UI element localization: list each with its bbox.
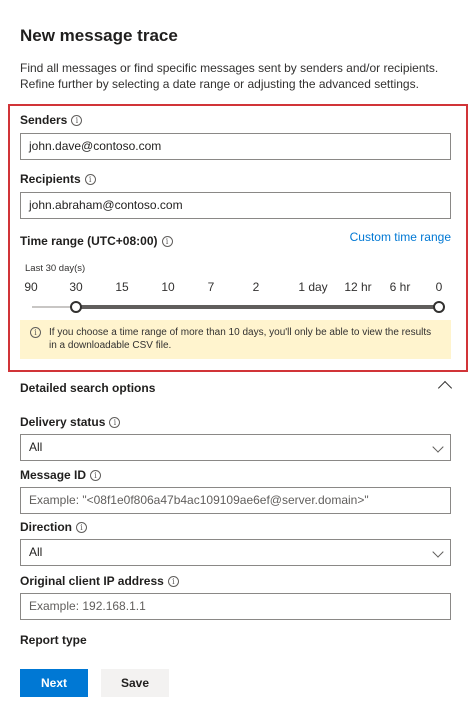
tick-label: 10 <box>161 280 175 294</box>
message-id-input[interactable]: Example: "<08f1e0f806a47b4ac109109ae6ef@… <box>20 487 451 514</box>
slider-start-handle[interactable] <box>70 301 82 313</box>
recipients-label: Recipients <box>20 172 81 186</box>
tick-label: 30 <box>69 280 83 294</box>
notice-text: If you choose a time range of more than … <box>49 327 432 351</box>
slider-tick-labels: 90 30 15 10 7 2 1 day 12 hr 6 hr 0 <box>20 280 451 296</box>
chevron-up-icon[interactable] <box>437 380 453 396</box>
slider-selected-text: Last 30 day(s) <box>25 263 86 274</box>
senders-label-row: Senders i <box>20 113 83 127</box>
tick-label: 2 <box>252 280 260 294</box>
info-icon[interactable]: i <box>90 469 102 481</box>
client-ip-label-row: Original client IP address i <box>20 574 179 588</box>
chevron-down-icon <box>432 441 444 453</box>
report-type-label: Report type <box>20 633 87 647</box>
info-icon[interactable]: i <box>84 173 96 185</box>
report-type-label-row: Report type <box>20 633 87 647</box>
tick-label: 7 <box>207 280 215 294</box>
slider-end-handle[interactable] <box>433 301 445 313</box>
tick-label: 6 hr <box>389 280 411 294</box>
info-icon[interactable]: i <box>109 416 121 428</box>
slider-selected-range <box>76 305 440 309</box>
delivery-status-label: Delivery status <box>20 415 106 429</box>
tick-label: 1 day <box>298 280 328 294</box>
client-ip-input[interactable]: Example: 192.168.1.1 <box>20 593 451 620</box>
time-range-label: Time range (UTC+08:00) <box>20 234 158 248</box>
senders-input[interactable]: john.dave@contoso.com <box>20 133 451 160</box>
recipients-input[interactable]: john.abraham@contoso.com <box>20 192 451 219</box>
message-id-label: Message ID <box>20 468 87 482</box>
info-icon[interactable]: i <box>167 575 179 587</box>
client-ip-label: Original client IP address <box>20 574 164 588</box>
info-icon[interactable]: i <box>161 235 173 247</box>
recipients-label-row: Recipients i <box>20 172 96 186</box>
next-button[interactable]: Next <box>20 669 88 697</box>
tick-label: 0 <box>435 280 443 294</box>
delivery-status-dropdown[interactable]: All <box>20 434 451 461</box>
info-icon: i <box>30 327 41 338</box>
tick-label: 90 <box>24 280 38 294</box>
message-id-label-row: Message ID i <box>20 468 102 482</box>
delivery-status-label-row: Delivery status i <box>20 415 121 429</box>
tick-label: 12 hr <box>344 280 372 294</box>
custom-time-range-link[interactable]: Custom time range <box>350 230 451 244</box>
save-button[interactable]: Save <box>101 669 169 697</box>
time-range-notice: i If you choose a time range of more tha… <box>20 320 451 359</box>
direction-label: Direction <box>20 520 73 534</box>
direction-value: All <box>29 545 43 559</box>
delivery-status-value: All <box>29 440 43 454</box>
info-icon[interactable]: i <box>76 521 88 533</box>
page-description: Find all messages or find specific messa… <box>20 61 439 91</box>
time-range-label-row: Time range (UTC+08:00) i <box>20 234 173 248</box>
info-icon[interactable]: i <box>71 114 83 126</box>
page-title: New message trace <box>20 26 178 45</box>
senders-label: Senders <box>20 113 68 127</box>
chevron-down-icon <box>432 546 444 558</box>
tick-label: 15 <box>115 280 129 294</box>
direction-dropdown[interactable]: All <box>20 539 451 566</box>
detailed-search-heading[interactable]: Detailed search options <box>20 381 155 395</box>
direction-label-row: Direction i <box>20 520 88 534</box>
